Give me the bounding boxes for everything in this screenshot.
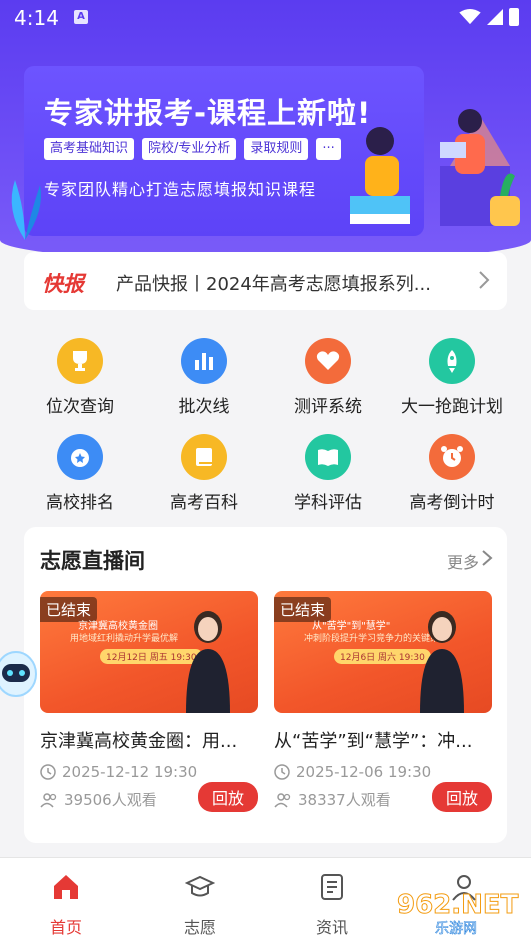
ticker-label: 快报 xyxy=(42,272,84,296)
people-icon xyxy=(40,792,57,808)
banner-tag: 高考基础知识 xyxy=(44,138,135,160)
live-room-section: 志愿直播间 更多 已结束 京津冀高校黄金圈 用地域红利撬动升学最优解 12月12… xyxy=(24,527,507,843)
thumb-title: 京津冀高校黄金圈 xyxy=(78,621,158,632)
robot-assistant-icon[interactable] xyxy=(0,646,38,702)
speaker-portrait-icon xyxy=(186,611,230,713)
speaker-portrait-icon xyxy=(420,611,464,713)
nav-label: 首页 xyxy=(49,918,82,937)
notification-icon: A xyxy=(74,10,88,24)
thumb-subtitle: 用地域红利撬动升学最优解 xyxy=(70,634,179,644)
live-time: 2025-12-12 19:30 xyxy=(40,763,258,781)
live-views-text: 39506人观看 xyxy=(64,791,157,809)
plant-icon xyxy=(11,180,41,240)
more-link[interactable]: 更多 xyxy=(447,549,479,573)
home-icon xyxy=(54,875,78,899)
live-title[interactable]: 京津冀高校黄金圈：用... xyxy=(40,727,258,753)
grid-label: 测评系统 xyxy=(294,397,362,417)
live-thumbnail[interactable]: 已结束 从"苦学"到"慧学" 冲刺阶段提升学习竞争力的关键策略 12月6日 周六… xyxy=(274,591,492,713)
banner-title: 专家讲报考-课程上新啦! xyxy=(44,96,372,130)
grid-label: 高考百科 xyxy=(170,493,238,513)
document-icon xyxy=(321,874,343,900)
bar-chart-icon xyxy=(181,338,227,384)
live-time: 2025-12-06 19:30 xyxy=(274,763,492,781)
grid-item-assessment[interactable]: 测评系统 xyxy=(268,338,388,417)
live-time-text: 2025-12-12 19:30 xyxy=(62,763,198,781)
battery-icon xyxy=(509,8,519,26)
svg-text:962.NET: 962.NET xyxy=(397,890,519,920)
watermark-logo-icon: 962.NET 乐游网 xyxy=(397,890,520,938)
section-title: 志愿直播间 xyxy=(40,549,145,573)
grid-item-head-start[interactable]: 大一抢跑计划 xyxy=(392,338,512,417)
grid-item-countdown[interactable]: 高考倒计时 xyxy=(392,434,512,513)
live-time-text: 2025-12-06 19:30 xyxy=(296,763,432,781)
nav-home[interactable]: 首页 xyxy=(26,872,106,938)
book-icon xyxy=(181,434,227,480)
nav-label: 志愿 xyxy=(183,918,216,937)
live-title[interactable]: 从“苦学”到“慧学”：冲... xyxy=(274,727,492,753)
rocket-icon xyxy=(429,338,475,384)
thumb-title: 从"苦学"到"慧学" xyxy=(312,621,391,632)
ticker-text[interactable]: 产品快报丨2024年高考志愿填报系列... xyxy=(116,270,461,296)
students-illustration-icon xyxy=(350,109,520,226)
nav-label: 资讯 xyxy=(315,918,348,937)
banner-tag: 录取规则 xyxy=(244,138,309,160)
grid-item-rank-query[interactable]: 位次查询 xyxy=(20,338,140,417)
trophy-icon xyxy=(57,338,103,384)
banner-tag: 院校/专业分析 xyxy=(142,138,237,160)
banner-subtitle: 专家团队精心打造志愿填报知识课程 xyxy=(44,180,317,199)
medal-icon xyxy=(57,434,103,480)
banner-tags: 高考基础知识 院校/专业分析 录取规则 ··· xyxy=(44,138,341,160)
chevron-right-icon[interactable] xyxy=(481,549,493,567)
status-icons xyxy=(459,8,519,26)
grid-item-encyclopedia[interactable]: 高考百科 xyxy=(144,434,264,513)
live-card[interactable]: 已结束 京津冀高校黄金圈 用地域红利撬动升学最优解 12月12日 周五 19:3… xyxy=(40,591,258,812)
open-book-icon xyxy=(305,434,351,480)
signal-icon xyxy=(487,9,503,25)
status-bar: 4:14 A xyxy=(0,0,531,36)
grid-label: 批次线 xyxy=(178,397,230,417)
grid-item-university-ranking[interactable]: 高校排名 xyxy=(20,434,140,513)
chevron-right-icon[interactable] xyxy=(475,270,493,290)
replay-button[interactable]: 回放 xyxy=(431,782,492,812)
grid-label: 大一抢跑计划 xyxy=(401,397,503,417)
status-time: 4:14 xyxy=(14,6,59,30)
clock-icon xyxy=(274,764,290,780)
heart-icon xyxy=(305,338,351,384)
live-views-text: 38337人观看 xyxy=(298,791,391,809)
grid-item-batch-line[interactable]: 批次线 xyxy=(144,338,264,417)
banner-tag: ··· xyxy=(316,138,341,160)
live-thumbnail[interactable]: 已结束 京津冀高校黄金圈 用地域红利撬动升学最优解 12月12日 周五 19:3… xyxy=(40,591,258,713)
grid-label: 高校排名 xyxy=(46,493,114,513)
graduation-cap-icon xyxy=(184,875,216,897)
nav-news[interactable]: 资讯 xyxy=(292,872,372,938)
people-icon xyxy=(274,792,291,808)
grid-label: 高考倒计时 xyxy=(409,493,495,513)
grid-item-subject-evaluation[interactable]: 学科评估 xyxy=(268,434,388,513)
clock-icon xyxy=(40,764,56,780)
live-card[interactable]: 已结束 从"苦学"到"慧学" 冲刺阶段提升学习竞争力的关键策略 12月6日 周六… xyxy=(274,591,492,812)
alarm-clock-icon xyxy=(429,434,475,480)
hero-header: 4:14 A 专家讲报考-课程上新啦! 高考基础知识 院校/专业分析 录取规则 … xyxy=(0,0,531,262)
news-ticker[interactable]: 快报 产品快报丨2024年高考志愿填报系列... xyxy=(24,252,507,310)
replay-button[interactable]: 回放 xyxy=(197,782,258,812)
grid-label: 学科评估 xyxy=(294,493,362,513)
nav-volunteer[interactable]: 志愿 xyxy=(160,872,240,938)
wifi-icon xyxy=(459,9,481,25)
svg-text:乐游网: 乐游网 xyxy=(435,921,477,937)
grid-label: 位次查询 xyxy=(46,397,114,417)
